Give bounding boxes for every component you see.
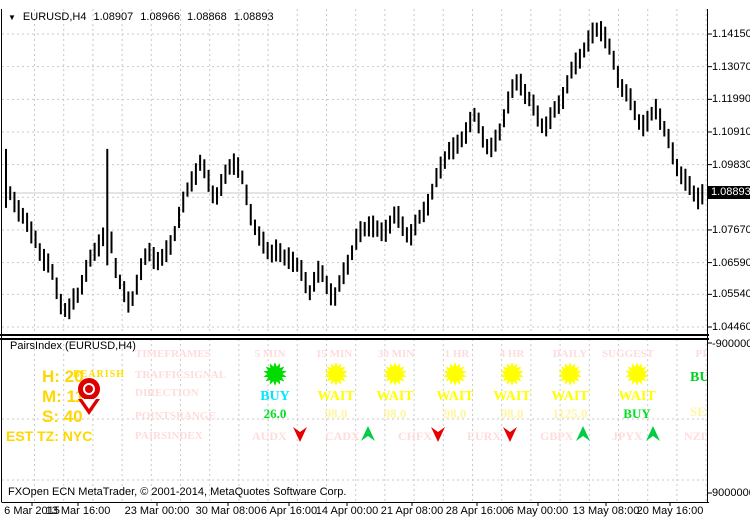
points-range-value: 98.0 bbox=[325, 406, 348, 422]
price-axis-label: 1.07670 bbox=[712, 224, 750, 236]
panel-row-label: POINTSRANGE bbox=[135, 410, 216, 422]
currency-index-label: AUDX bbox=[252, 429, 287, 444]
points-range-value: 1125.0 bbox=[552, 406, 587, 422]
currency-index-label: CHFX bbox=[398, 429, 432, 444]
signal-label: WAIT bbox=[551, 389, 588, 405]
open-value: 1.08907 bbox=[94, 11, 134, 23]
suggest-sell-label: SELL bbox=[690, 404, 707, 420]
symbol-dropdown-arrow-icon[interactable]: ▼ bbox=[8, 13, 16, 22]
timeframe-header: SUGGEST bbox=[602, 348, 654, 360]
panel-row-label: TRAFFICSIGNAL bbox=[135, 369, 226, 381]
price-axis-label: 1.06590 bbox=[712, 257, 750, 269]
pairsindex-panel: PairsIndex (EURUSD,H4) H: 20 M: 11 S: 40… bbox=[0, 338, 707, 502]
timeframe-header: 4 HR bbox=[500, 348, 525, 360]
timeframe-header: 30 MIN bbox=[378, 348, 414, 360]
price-axis-label: 1.04460 bbox=[712, 321, 750, 333]
currency-index-label: EURX bbox=[467, 429, 501, 444]
signal-label: WAIT bbox=[618, 389, 655, 405]
time-axis-label: 28 Apr 16:00 bbox=[446, 505, 508, 517]
points-range-value: 98.0 bbox=[384, 406, 407, 422]
price-axis-label: 1.09830 bbox=[712, 159, 750, 171]
time-axis-label: 23 Mar 00:00 bbox=[125, 505, 190, 517]
symbol-label: EURUSD,H4 bbox=[23, 11, 87, 23]
indicator-title: PairsIndex (EURUSD,H4) bbox=[10, 340, 136, 352]
high-value: 1.08966 bbox=[140, 11, 180, 23]
signal-label: WAIT bbox=[376, 389, 413, 405]
time-axis-label: 13 Mar 16:00 bbox=[46, 505, 111, 517]
time-axis-label: 30 Mar 08:00 bbox=[196, 505, 261, 517]
timeframe-header: PI bbox=[696, 348, 707, 360]
points-range-value: 98.0 bbox=[444, 406, 467, 422]
currency-index-label: GBPX bbox=[540, 429, 573, 444]
time-axis-label: 13 May 08:00 bbox=[573, 505, 640, 517]
suggest-buy-label: BUY bbox=[690, 370, 707, 386]
low-value: 1.08868 bbox=[187, 11, 227, 23]
signal-label: BUY bbox=[260, 389, 290, 405]
metatrader-window: { "legend": {"dropdown_icon":"▼","symbol… bbox=[0, 0, 750, 520]
close-value: 1.08893 bbox=[234, 11, 274, 23]
price-axis-label: 1.05540 bbox=[712, 288, 750, 300]
timeframe-header: 15 MIN bbox=[316, 348, 352, 360]
currency-index-label: JPYX bbox=[612, 429, 643, 444]
time-axis-label: 20 May 16:00 bbox=[637, 505, 704, 517]
map-pin-icon bbox=[78, 378, 102, 422]
time-axis-label: 14 Apr 00:00 bbox=[316, 505, 378, 517]
timeframe-header: 5 MIN bbox=[255, 348, 286, 360]
chart-ohlc-legend: ▼ EURUSD,H4 1.08907 1.08966 1.08868 1.08… bbox=[8, 11, 274, 23]
panel-scale-top: -9000000 bbox=[712, 338, 750, 350]
platform-copyright: FXOpen ECN MetaTrader, © 2001-2014, Meta… bbox=[8, 486, 346, 498]
points-range-value: 98.0 bbox=[501, 406, 524, 422]
clock-seconds: S: 40 bbox=[42, 407, 83, 427]
current-price-tag: 1.08893 bbox=[708, 186, 750, 199]
panel-scale-bottom: 90000000 bbox=[712, 487, 750, 499]
timeframe-header: 1 HR bbox=[445, 348, 470, 360]
price-axis-label: 1.11990 bbox=[712, 93, 750, 105]
currency-index-label: NZDX bbox=[684, 429, 707, 444]
signal-label: WAIT bbox=[493, 389, 530, 405]
panel-row-label: TIMEFRAMES bbox=[135, 348, 211, 360]
price-axis-label: 1.14150 bbox=[712, 28, 750, 40]
points-range-value: 26.0 bbox=[264, 406, 287, 422]
signal-label: WAIT bbox=[317, 389, 354, 405]
panel-separator[interactable] bbox=[0, 333, 709, 341]
timeframe-header: DAILY bbox=[553, 348, 587, 360]
price-axis-label: 1.10910 bbox=[712, 126, 750, 138]
time-axis-label: 6 Apr 16:00 bbox=[261, 505, 317, 517]
points-range-value: BUY bbox=[623, 406, 650, 422]
panel-row-label: PAIRSINDEX bbox=[135, 430, 203, 442]
time-axis-label: 21 Apr 08:00 bbox=[381, 505, 443, 517]
currency-index-label: CADX bbox=[325, 429, 360, 444]
signal-label: WAIT bbox=[436, 389, 473, 405]
panel-row-label: DIRECTION bbox=[135, 387, 199, 399]
price-axis-label: 1.13070 bbox=[712, 61, 750, 73]
time-axis-label: 6 May 00:00 bbox=[508, 505, 569, 517]
timezone-label: EST TZ: NYC bbox=[6, 428, 92, 444]
